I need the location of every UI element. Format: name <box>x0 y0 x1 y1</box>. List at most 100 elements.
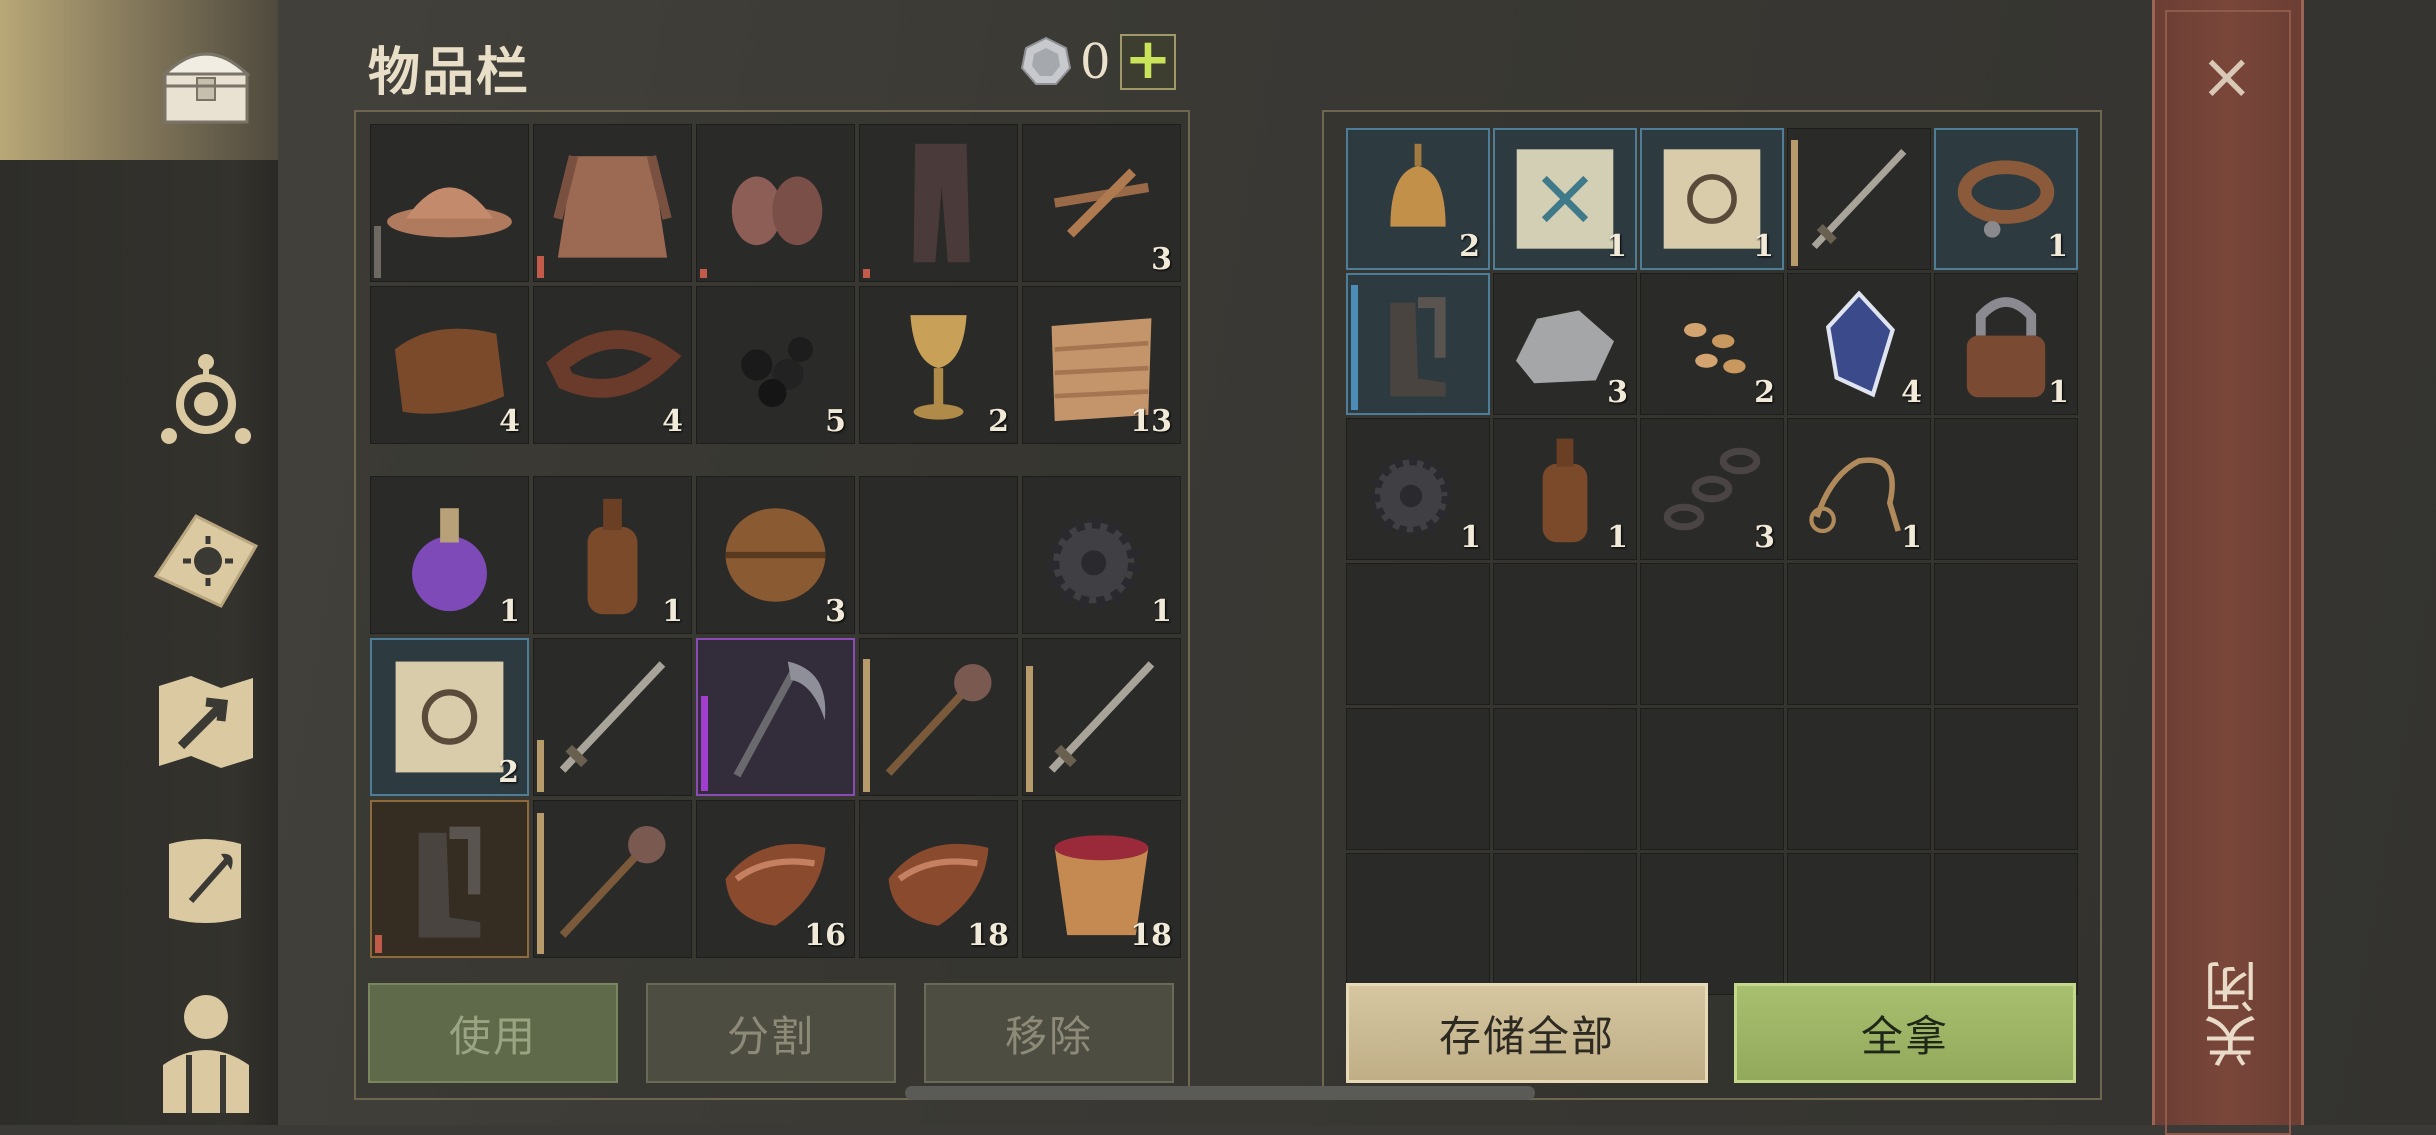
storage-slot[interactable]: 1 <box>1934 128 2078 270</box>
storage-slot[interactable]: 1 <box>1346 418 1490 560</box>
durability-bar <box>537 255 544 278</box>
sun-book-icon[interactable] <box>145 500 267 622</box>
durability-bar <box>374 226 381 278</box>
bag-slot[interactable]: 2 <box>370 638 529 796</box>
home-indicator <box>905 1086 1535 1100</box>
bag-slot[interactable]: 1 <box>533 476 692 634</box>
storage-slot[interactable] <box>1640 853 1784 995</box>
bag-slot[interactable] <box>533 800 692 958</box>
storage-slot[interactable] <box>1640 563 1784 705</box>
equipment-slot[interactable] <box>859 124 1018 282</box>
bag-slot[interactable] <box>859 638 1018 796</box>
item-quantity: 4 <box>499 404 520 439</box>
item-quantity: 4 <box>662 404 683 439</box>
durability-bar <box>863 658 870 792</box>
storage-slot[interactable]: 4 <box>1787 273 1931 415</box>
close-panel[interactable] <box>2152 0 2304 1135</box>
item-quantity: 2 <box>498 755 519 790</box>
gloves-icon <box>731 176 823 246</box>
currency-count: 0 <box>1080 34 1111 90</box>
storage-slot[interactable] <box>1934 708 2078 850</box>
storage-slot[interactable]: 3 <box>1640 418 1784 560</box>
item-quantity: 1 <box>1753 229 1774 264</box>
bag-slot[interactable] <box>859 476 1018 634</box>
equipment-slot[interactable]: 3 <box>1022 124 1181 282</box>
store-all-button[interactable]: 存储全部 <box>1346 983 1708 1083</box>
equipment-slot[interactable]: 4 <box>370 286 529 444</box>
bag-slot[interactable]: 1 <box>1022 476 1181 634</box>
equipment-slot[interactable]: 5 <box>696 286 855 444</box>
storage-slot[interactable] <box>1787 853 1931 995</box>
storage-slot[interactable] <box>1934 563 2078 705</box>
bag-slot[interactable] <box>696 638 855 796</box>
item-quantity: 2 <box>1754 375 1775 410</box>
helmet-icon <box>387 187 512 238</box>
storage-slot[interactable] <box>1493 708 1637 850</box>
bag-slot[interactable]: 18 <box>859 800 1018 958</box>
storage-slot[interactable]: 1 <box>1934 273 2078 415</box>
storage-slot[interactable] <box>1934 853 2078 995</box>
remove-button[interactable]: 移除 <box>924 983 1174 1083</box>
chest-icon[interactable] <box>145 20 267 142</box>
close-icon[interactable]: × <box>2200 40 2254 114</box>
equipment-slot[interactable] <box>370 124 529 282</box>
item-quantity: 1 <box>2047 229 2068 264</box>
add-currency-button[interactable]: + <box>1120 32 1176 90</box>
storage-slot[interactable]: 1 <box>1493 128 1637 270</box>
bag-slot[interactable]: 18 <box>1022 800 1181 958</box>
item-quantity: 2 <box>1459 229 1480 264</box>
bag-slot[interactable] <box>533 638 692 796</box>
storage-slot[interactable] <box>1346 708 1490 850</box>
sidebar <box>0 160 278 1125</box>
storage-slot[interactable] <box>1787 563 1931 705</box>
scythe-icon <box>733 661 826 778</box>
item-quantity: 1 <box>662 594 683 629</box>
storage-slot[interactable]: 2 <box>1640 273 1784 415</box>
sword-icon <box>1811 149 1907 249</box>
bag-slot[interactable]: 3 <box>696 476 855 634</box>
storage-slot[interactable]: 3 <box>1493 273 1637 415</box>
sword-icon <box>559 661 666 773</box>
durability-bar <box>537 813 544 954</box>
storage-slot[interactable] <box>1346 273 1490 415</box>
map-icon[interactable] <box>145 660 267 782</box>
storage-slot[interactable]: 1 <box>1787 418 1931 560</box>
skills-icon[interactable] <box>145 340 267 462</box>
item-quantity: 3 <box>1607 375 1628 410</box>
durability-bar <box>863 269 870 278</box>
item-quantity: 5 <box>825 404 846 439</box>
storage-slot[interactable] <box>1493 563 1637 705</box>
equipment-slot[interactable]: 2 <box>859 286 1018 444</box>
storage-slot[interactable] <box>1493 853 1637 995</box>
leggings-icon <box>913 143 970 263</box>
storage-slot[interactable]: 2 <box>1346 128 1490 270</box>
boots-icon <box>1390 297 1446 397</box>
equipment-slot[interactable]: 4 <box>533 286 692 444</box>
storage-slot[interactable] <box>1787 708 1931 850</box>
storage-slot[interactable] <box>1787 128 1931 270</box>
storage-slot[interactable] <box>1346 563 1490 705</box>
storage-grid: 2 1 1 1 3 2 4 1 1 1 3 1 <box>1346 128 2078 995</box>
durability-bar <box>1791 139 1798 266</box>
split-button[interactable]: 分割 <box>646 983 896 1083</box>
storage-slot[interactable] <box>1640 708 1784 850</box>
bag-slot[interactable]: 16 <box>696 800 855 958</box>
bag-slot[interactable] <box>1022 638 1181 796</box>
equipment-slot[interactable] <box>533 124 692 282</box>
storage-slot[interactable]: 1 <box>1640 128 1784 270</box>
take-all-button[interactable]: 全拿 <box>1734 983 2076 1083</box>
character-icon[interactable] <box>145 985 267 1115</box>
storage-slot[interactable] <box>1934 418 2078 560</box>
bag-slot[interactable]: 1 <box>370 476 529 634</box>
storage-slot[interactable] <box>1346 853 1490 995</box>
equipment-slot[interactable] <box>696 124 855 282</box>
use-button[interactable]: 使用 <box>368 983 618 1083</box>
equipment-slot[interactable]: 13 <box>1022 286 1181 444</box>
storage-slot[interactable]: 1 <box>1493 418 1637 560</box>
item-quantity: 1 <box>1460 520 1481 555</box>
bag-slot[interactable] <box>370 800 529 958</box>
item-quantity: 1 <box>1151 594 1172 629</box>
close-label[interactable]: 关闭 <box>2196 960 2275 1068</box>
quest-scroll-icon[interactable] <box>145 820 267 942</box>
mace-icon <box>885 663 992 776</box>
